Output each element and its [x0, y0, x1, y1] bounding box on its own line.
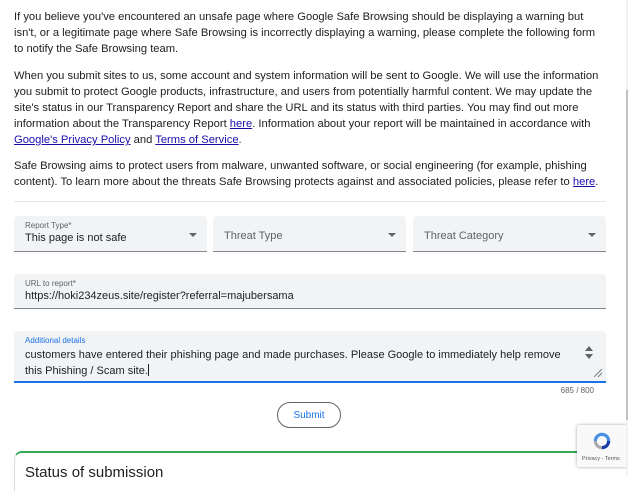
threat-type-select[interactable]: Threat Type	[213, 216, 406, 252]
url-value: https://hoki234zeus.site/register?referr…	[25, 290, 294, 302]
threat-type-placeholder: Threat Type	[224, 230, 283, 242]
character-counter: 685 / 800	[560, 386, 594, 395]
scroll-spinner-icon[interactable]	[584, 346, 594, 362]
threats-policies-link[interactable]: here	[573, 176, 595, 188]
recaptcha-badge[interactable]: Privacy - Terms	[577, 425, 628, 467]
recaptcha-links[interactable]: Privacy - Terms	[582, 456, 620, 462]
threats-text-1: Safe Browsing aims to protect users from…	[14, 160, 587, 188]
url-label: URL to report*	[25, 279, 76, 288]
report-type-value: This page is not safe	[25, 232, 127, 244]
privacy-text-4: .	[238, 134, 242, 146]
status-title: Status of submission	[25, 464, 164, 481]
privacy-text-3: and	[130, 134, 156, 146]
threats-text-2: .	[595, 176, 599, 188]
chevron-down-icon	[388, 233, 396, 237]
status-card: Status of submission	[14, 451, 612, 491]
additional-details-textarea[interactable]: Additional details customers have entere…	[14, 331, 606, 383]
report-type-select[interactable]: Report Type* This page is not safe	[14, 216, 207, 252]
chevron-down-icon	[588, 233, 596, 237]
arrow-down-icon	[585, 354, 593, 359]
intro-paragraph: If you believe you've encountered an uns…	[14, 11, 596, 55]
details-value: customers have entered their phishing pa…	[25, 349, 561, 377]
submit-button[interactable]: Submit	[277, 402, 341, 428]
transparency-report-link[interactable]: here	[230, 118, 252, 130]
arrow-up-icon	[585, 346, 593, 351]
details-text-wrap: customers have entered their phishing pa…	[25, 347, 575, 379]
privacy-policy-link[interactable]: Google's Privacy Policy	[14, 134, 131, 146]
threat-category-placeholder: Threat Category	[424, 230, 504, 242]
report-type-label: Report Type*	[25, 221, 72, 230]
resize-handle-icon[interactable]	[594, 369, 602, 377]
terms-of-service-link[interactable]: Terms of Service	[155, 134, 238, 146]
recaptcha-icon	[593, 432, 611, 450]
threat-category-select[interactable]: Threat Category	[413, 216, 606, 252]
chevron-down-icon	[189, 233, 197, 237]
text-cursor	[147, 364, 149, 376]
details-label: Additional details	[25, 336, 86, 345]
privacy-text-2: . Information about your report will be …	[252, 118, 591, 130]
divider	[14, 201, 606, 202]
threats-paragraph: Safe Browsing aims to protect users from…	[14, 158, 606, 190]
url-input[interactable]: URL to report* https://hoki234zeus.site/…	[14, 274, 606, 309]
privacy-paragraph: When you submit sites to us, some accoun…	[14, 68, 606, 148]
